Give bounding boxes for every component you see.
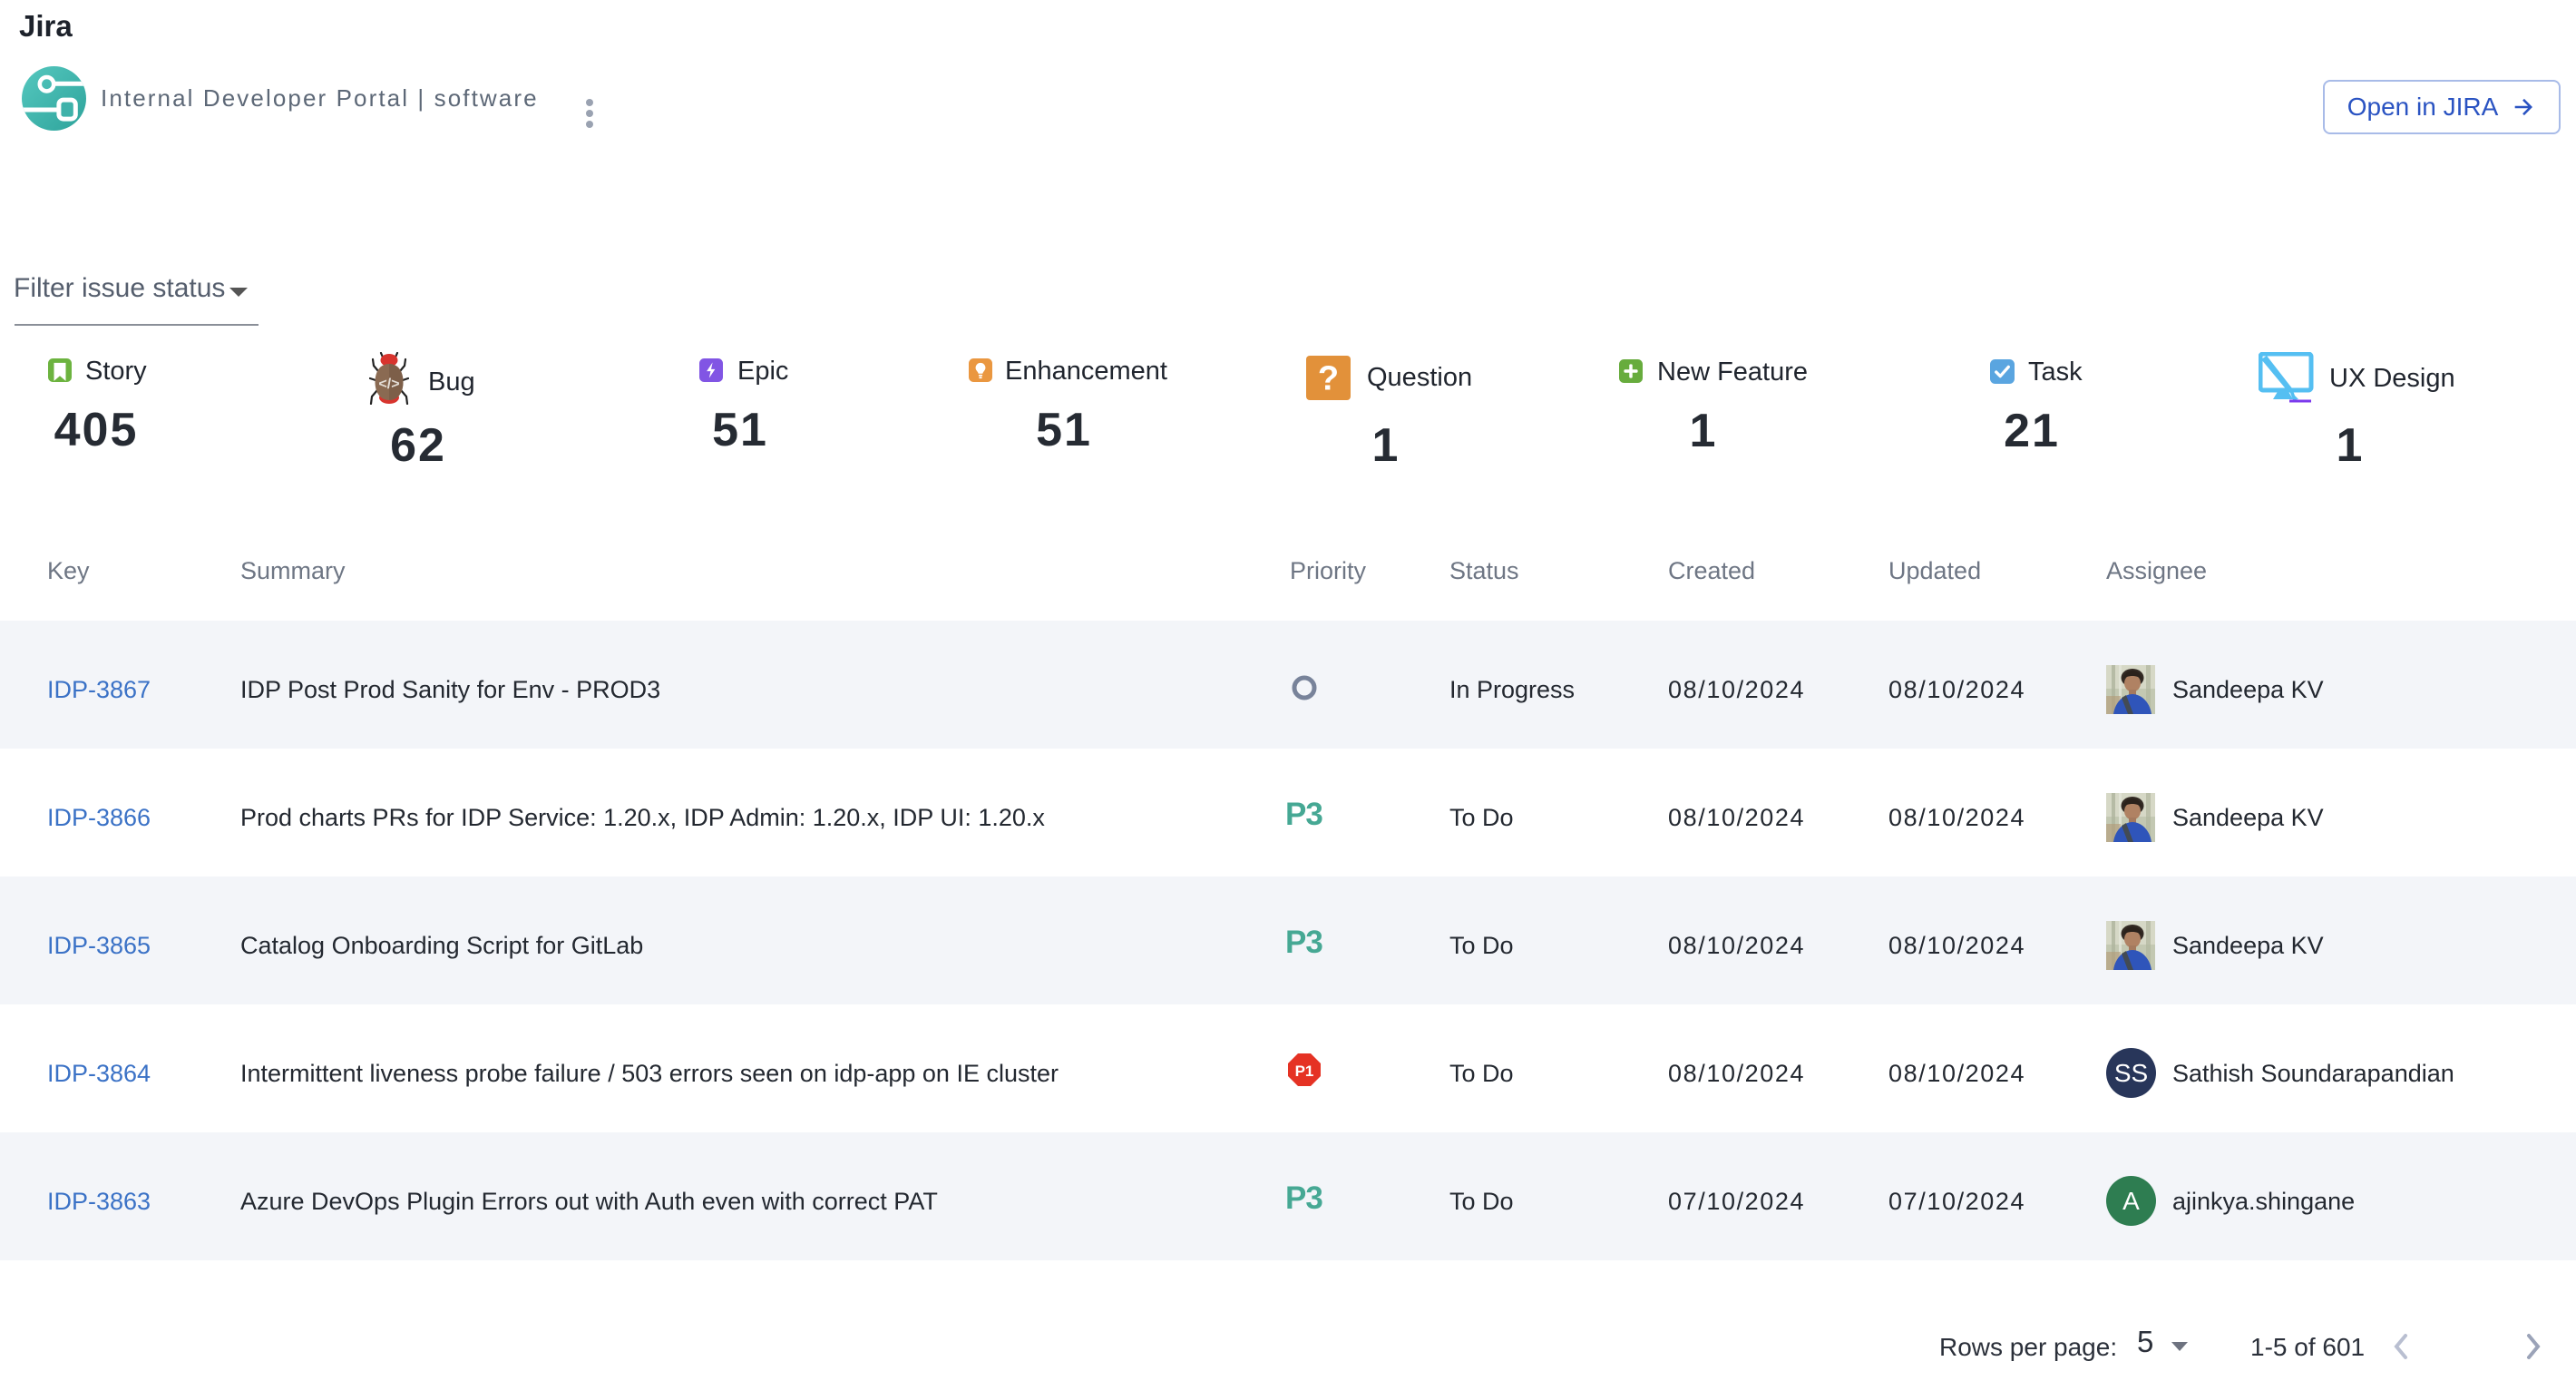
svg-text:?: ?: [1318, 360, 1339, 398]
svg-text:P1: P1: [1295, 1063, 1314, 1080]
svg-text:</>: </>: [378, 377, 399, 392]
